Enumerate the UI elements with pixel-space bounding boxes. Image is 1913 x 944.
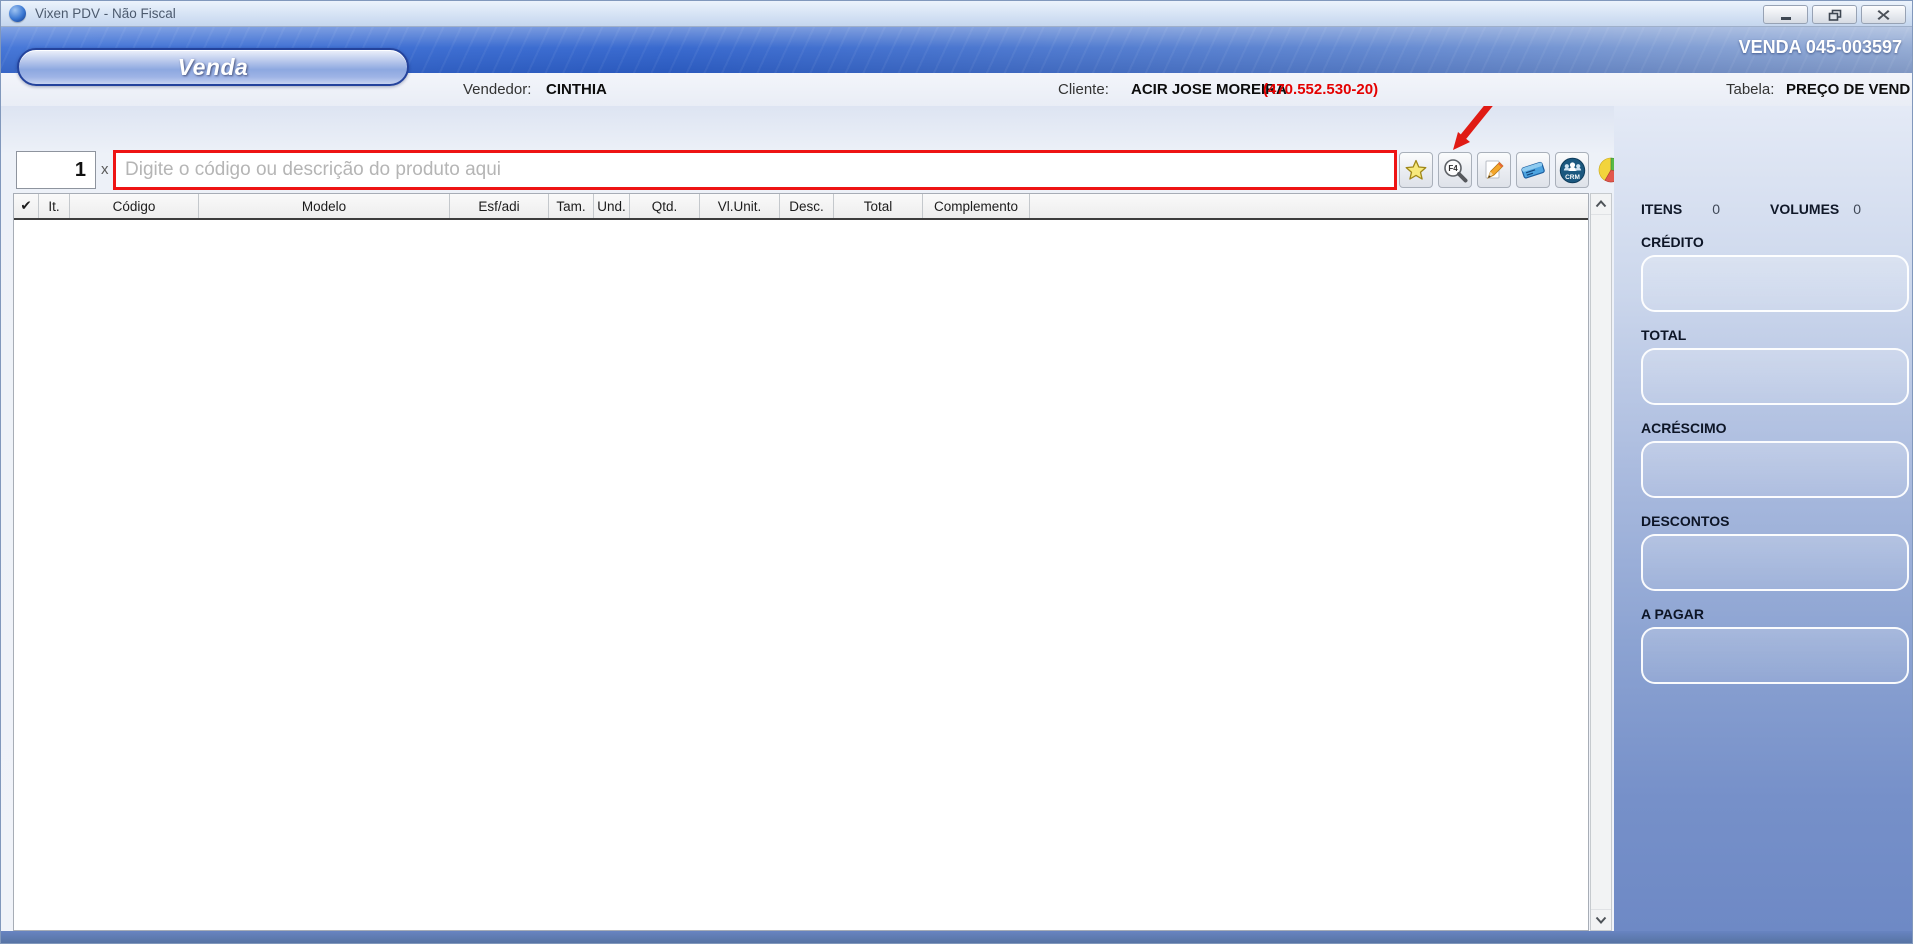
col-vlunit[interactable]: Vl.Unit. [700,194,780,218]
acrescimo-field[interactable] [1641,441,1909,498]
minimize-button[interactable] [1763,5,1808,24]
bottom-status-band [1,931,1913,944]
app-window: Vixen PDV - Não Fiscal Venda VENDA 045-0… [0,0,1913,944]
vendedor-label: Vendedor: [463,81,531,98]
times-label: x [101,161,109,178]
descontos-field[interactable] [1641,534,1909,591]
window-title: Vixen PDV - Não Fiscal [35,6,176,21]
total-label: TOTAL [1641,327,1913,344]
totals-sidebar: ITENS 0 VOLUMES 0 CRÉDITO TOTAL ACRÉSCIM… [1614,106,1913,931]
main-area: x F4 [1,106,1913,931]
apagar-group: A PAGAR [1641,606,1913,684]
tab-venda[interactable]: Venda [17,48,409,86]
col-und[interactable]: Und. [594,194,630,218]
cliente-label: Cliente: [1058,81,1109,98]
scroll-up-button[interactable] [1591,194,1611,215]
app-logo-icon [9,5,26,22]
ticket-button[interactable] [1516,152,1550,188]
f4-shortcut-label: F4 [1448,164,1458,173]
acrescimo-group: ACRÉSCIMO [1641,420,1913,498]
col-item[interactable]: It. [39,194,70,218]
items-table: ✔ It. Código Modelo Esf/adi Tam. Und. Qt… [13,193,1589,931]
edit-button[interactable] [1477,152,1511,188]
tab-venda-label: Venda [178,54,249,81]
sale-number: VENDA 045-003597 [1739,37,1902,58]
cliente-document: (470.552.530-20) [1263,81,1378,98]
descontos-group: DESCONTOS [1641,513,1913,591]
col-check[interactable]: ✔ [14,194,39,218]
product-toolbar: F4 [1399,152,1628,188]
acrescimo-label: ACRÉSCIMO [1641,420,1913,437]
apagar-label: A PAGAR [1641,606,1913,623]
items-scrollbar[interactable] [1590,193,1612,931]
items-table-body[interactable] [14,220,1588,930]
credito-group: CRÉDITO [1641,234,1913,312]
col-desc[interactable]: Desc. [780,194,834,218]
itens-value: 0 [1712,201,1720,217]
chevron-up-icon [1595,200,1607,208]
col-esfadi[interactable]: Esf/adi [450,194,549,218]
volumes-value: 0 [1853,201,1861,217]
col-qtd[interactable]: Qtd. [630,194,700,218]
title-bar: Vixen PDV - Não Fiscal [1,1,1913,27]
restore-button[interactable] [1812,5,1857,24]
favorites-button[interactable] [1399,152,1433,188]
quantity-input[interactable] [16,151,96,189]
items-table-header: ✔ It. Código Modelo Esf/adi Tam. Und. Qt… [14,194,1588,220]
minimize-icon [1779,9,1793,21]
volumes-label: VOLUMES [1770,201,1839,217]
tabela-label: Tabela: [1726,81,1774,98]
vendedor-value: CINTHIA [546,81,607,98]
tabela-value: PREÇO DE VEND [1786,81,1910,98]
ticket-icon [1520,158,1546,182]
restore-icon [1828,9,1842,21]
col-total[interactable]: Total [834,194,923,218]
chevron-down-icon [1595,916,1607,924]
col-codigo[interactable]: Código [70,194,199,218]
magnifier-f4-icon: F4 [1443,158,1468,183]
total-group: TOTAL [1641,327,1913,405]
pencil-icon [1482,158,1506,182]
counts-row: ITENS 0 VOLUMES 0 [1641,201,1913,219]
credito-label: CRÉDITO [1641,234,1913,251]
scroll-down-button[interactable] [1591,909,1611,930]
credito-field[interactable] [1641,255,1909,312]
apagar-field[interactable] [1641,627,1909,684]
star-icon [1404,158,1428,182]
close-icon [1877,9,1890,21]
col-modelo[interactable]: Modelo [199,194,450,218]
col-complemento[interactable]: Complemento [923,194,1030,218]
itens-label: ITENS [1641,201,1682,217]
total-field[interactable] [1641,348,1909,405]
col-filler [1030,194,1588,218]
crm-button[interactable]: CRM [1555,152,1589,188]
search-product-button[interactable]: F4 [1438,152,1472,188]
close-button[interactable] [1861,5,1906,24]
descontos-label: DESCONTOS [1641,513,1913,530]
crm-label: CRM [1565,174,1580,181]
product-search-input[interactable] [113,150,1397,190]
crm-icon: CRM [1559,157,1586,184]
col-tam[interactable]: Tam. [549,194,594,218]
